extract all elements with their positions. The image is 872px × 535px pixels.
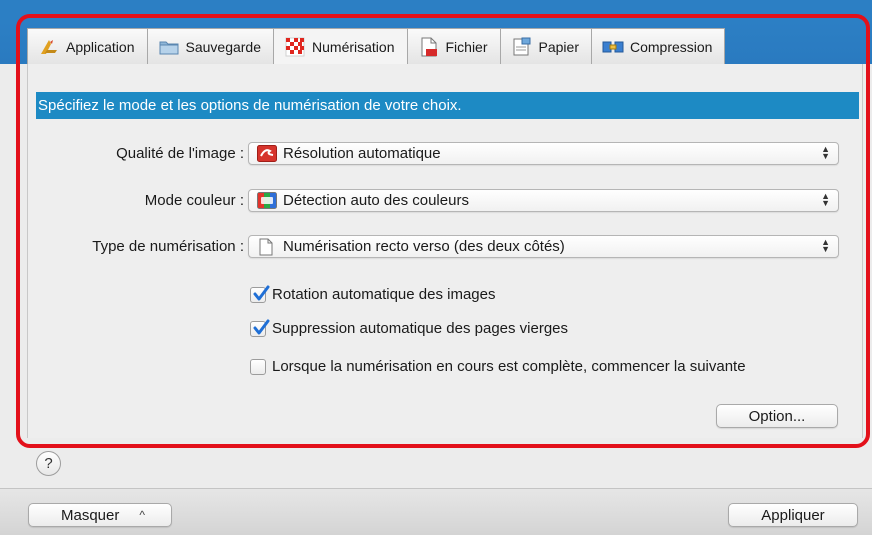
help-button[interactable]: ? [36, 451, 61, 476]
tab-label: Sauvegarde [185, 38, 262, 55]
scan-type-select[interactable]: Numérisation recto verso (des deux côtés… [248, 235, 839, 258]
window-titlebar [0, 0, 872, 22]
tab-label: Application [66, 38, 135, 55]
tab-numerisation[interactable]: Numérisation [273, 28, 408, 64]
chevron-up-icon: ^ [139, 508, 145, 522]
checkbox-label: Rotation automatique des images [272, 286, 496, 303]
tab-bar: Application Sauvegarde Numérisation Fich… [27, 28, 726, 64]
tab-sauvegarde[interactable]: Sauvegarde [146, 28, 275, 64]
continue-scanning-checkbox[interactable]: Lorsque la numérisation en cours est com… [250, 358, 746, 375]
option-button[interactable]: Option... [716, 404, 838, 428]
hide-button-label: Masquer [61, 506, 120, 524]
auto-resolution-icon [257, 145, 277, 162]
tab-label: Papier [538, 38, 579, 55]
tab-application[interactable]: Application [27, 28, 148, 64]
select-arrows-icon: ▲ ▼ [821, 191, 830, 208]
scan-type-value: Numérisation recto verso (des deux côtés… [283, 238, 565, 255]
checkbox-unchecked-icon [250, 358, 266, 375]
select-arrows-icon: ▲ ▼ [821, 144, 830, 161]
checkbox-label: Lorsque la numérisation en cours est com… [272, 358, 746, 375]
auto-rotation-checkbox[interactable]: Rotation automatique des images [250, 285, 496, 303]
section-banner: Spécifiez le mode et les options de numé… [36, 92, 859, 119]
tab-label: Fichier [445, 38, 488, 55]
duplex-page-icon [257, 238, 277, 256]
select-arrows-icon: ▲ ▼ [821, 237, 830, 254]
checkbox-checked-icon [250, 285, 270, 303]
compression-icon [602, 37, 624, 57]
folder-icon [158, 37, 180, 57]
color-mode-value: Détection auto des couleurs [283, 192, 469, 209]
tab-fichier[interactable]: Fichier [406, 28, 501, 64]
tab-papier[interactable]: Papier [499, 28, 592, 64]
quality-select[interactable]: Résolution automatique ▲ ▼ [248, 142, 839, 165]
color-mode-label: Mode couleur : [144, 192, 244, 209]
hide-button[interactable]: Masquer ^ [28, 503, 172, 527]
checkbox-checked-icon [250, 319, 270, 337]
tab-label: Compression [629, 38, 713, 55]
tab-label: Numérisation [312, 38, 395, 55]
application-icon [38, 37, 60, 57]
apply-button[interactable]: Appliquer [728, 503, 858, 527]
file-icon [418, 37, 440, 57]
quality-label: Qualité de l'image : [116, 145, 244, 162]
blank-page-removal-checkbox[interactable]: Suppression automatique des pages vierge… [250, 319, 569, 337]
scan-icon [284, 37, 306, 57]
quality-value: Résolution automatique [283, 145, 441, 162]
tab-compression[interactable]: Compression [590, 28, 726, 64]
color-mode-select[interactable]: Détection auto des couleurs ▲ ▼ [248, 189, 839, 212]
color-detection-icon [257, 192, 277, 209]
paper-icon [511, 37, 533, 57]
scan-type-label: Type de numérisation : [92, 238, 244, 255]
checkbox-label: Suppression automatique des pages vierge… [272, 320, 569, 337]
